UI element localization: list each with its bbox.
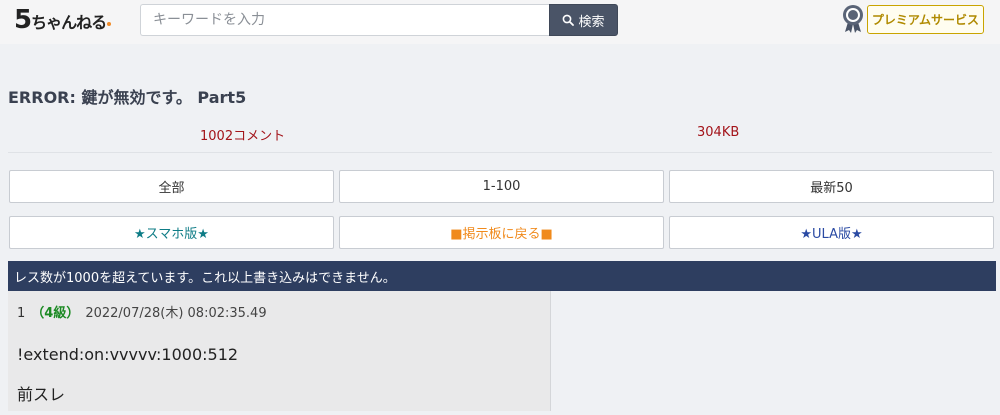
thread-title: ERROR: 鍵が無効です。 Part5	[8, 88, 247, 107]
all-posts-button[interactable]: 全部	[9, 170, 334, 203]
post-level: （4級）	[31, 306, 80, 321]
latest-50-button[interactable]: 最新50	[669, 170, 994, 203]
search-icon	[563, 14, 575, 26]
range-nav: 全部 1-100 最新50	[9, 170, 999, 203]
post-header: 1 （4級） 2022/07/28(木) 08:02:35.49	[17, 302, 267, 321]
comment-count: 1002コメント	[200, 129, 286, 144]
post-date: 2022/07/28(木) 08:02:35.49	[85, 306, 267, 321]
post-number[interactable]: 1	[17, 306, 25, 321]
post-body-line: !extend:on:vvvvv:1000:512	[17, 345, 239, 364]
premium-service-button[interactable]: プレミアムサービス	[866, 4, 984, 34]
posts-1-100-button[interactable]: 1-100	[339, 170, 664, 203]
award-icon[interactable]	[840, 4, 866, 34]
smartphone-version-button[interactable]: ★スマホ版★	[9, 216, 334, 249]
thread-meta: 1002コメント 304KB	[8, 125, 992, 153]
post-body-line: 前スレ	[17, 385, 66, 404]
thread-size: 304KB	[697, 125, 740, 140]
back-to-board-button[interactable]: ■掲示板に戻る■	[339, 216, 664, 249]
header: 5 ちゃんねる 検索 プレミアムサービス	[0, 0, 1000, 44]
logo-number: 5	[14, 5, 32, 35]
version-nav: ★スマホ版★ ■掲示板に戻る■ ★ULA版★	[9, 216, 999, 249]
logo-text: ちゃんねる	[31, 13, 107, 32]
ula-version-button[interactable]: ★ULA版★	[669, 216, 994, 249]
search-button-label: 検索	[578, 14, 605, 30]
post-body: !extend:on:vvvvv:1000:512 前スレ	[17, 335, 238, 415]
search-input[interactable]	[140, 4, 550, 36]
premium-area: プレミアムサービス	[840, 4, 984, 34]
post-item: 1 （4級） 2022/07/28(木) 08:02:35.49 !extend…	[8, 291, 551, 411]
post-limit-notice: レス数が1000を超えています。これ以上書き込みはできません。	[8, 261, 996, 291]
site-logo[interactable]: 5 ちゃんねる	[14, 5, 112, 37]
search-button[interactable]: 検索	[549, 4, 618, 36]
logo-dot	[107, 22, 112, 26]
